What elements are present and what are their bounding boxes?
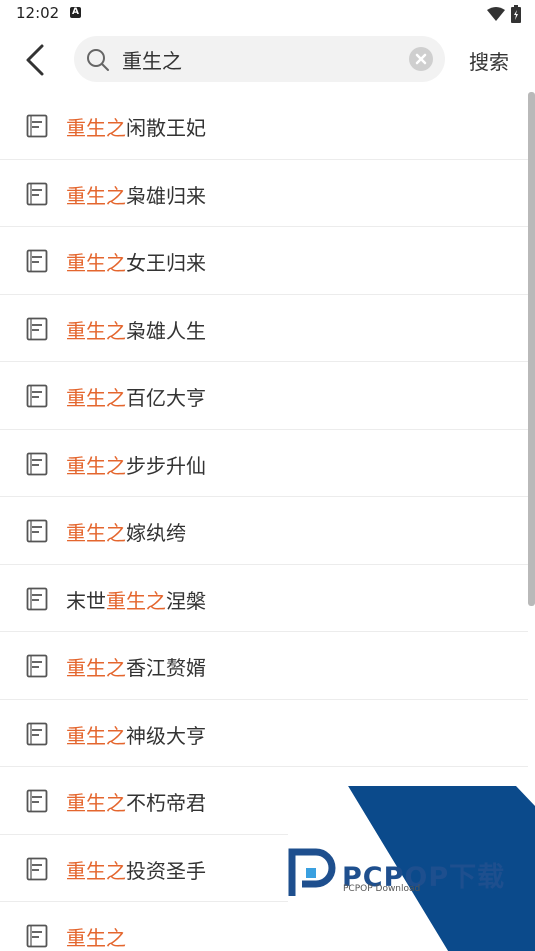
result-highlight: 重生之	[66, 386, 126, 410]
search-header: 搜索	[0, 30, 535, 90]
result-title: 重生之投资圣手	[66, 855, 206, 884]
result-suffix: 涅槃	[166, 588, 206, 613]
result-title: 重生之不朽帝君	[66, 787, 206, 816]
book-icon	[26, 384, 48, 408]
result-suffix: 闲散王妃	[126, 116, 206, 140]
watermark-sub: PCPOP Download	[343, 884, 421, 894]
search-icon	[87, 49, 109, 71]
result-title: 重生之	[66, 922, 126, 951]
back-button[interactable]	[22, 42, 52, 78]
result-highlight: 重生之	[66, 858, 126, 883]
result-row[interactable]: 重生之百亿大亨	[0, 362, 528, 430]
book-icon	[26, 654, 48, 678]
book-icon	[26, 857, 48, 880]
result-suffix: 枭雄归来	[126, 183, 206, 208]
book-icon	[26, 789, 48, 813]
wifi-icon	[487, 7, 505, 21]
result-row[interactable]: 重生之神级大亨	[0, 700, 528, 767]
chevron-left-icon	[26, 44, 44, 76]
result-row[interactable]: 重生之闲散王妃	[0, 92, 528, 160]
clear-button[interactable]	[409, 47, 433, 71]
result-highlight: 重生之	[66, 116, 126, 140]
close-icon	[415, 53, 427, 65]
result-suffix: 香江赘婿	[126, 656, 206, 680]
result-highlight: 重生之	[66, 521, 126, 545]
book-icon	[26, 924, 48, 948]
result-highlight: 重生之	[66, 251, 126, 275]
result-row[interactable]: 重生之女王归来	[0, 227, 528, 295]
result-row[interactable]: 重生之嫁纨绔	[0, 497, 528, 565]
book-icon	[26, 182, 48, 205]
result-row[interactable]: 末世重生之涅槃	[0, 565, 528, 632]
book-icon	[26, 587, 48, 610]
book-icon	[26, 452, 48, 475]
search-button[interactable]: 搜索	[469, 46, 509, 75]
result-highlight: 重生之	[66, 791, 126, 815]
result-title: 重生之枭雄人生	[66, 315, 206, 344]
result-suffix: 百亿大亨	[126, 386, 206, 410]
result-highlight: 重生之	[106, 588, 166, 613]
result-row[interactable]: 重生之枭雄人生	[0, 295, 528, 362]
search-box[interactable]	[74, 36, 445, 82]
result-highlight: 重生之	[66, 926, 126, 950]
result-title: 重生之闲散王妃	[66, 112, 206, 141]
book-icon	[26, 317, 48, 340]
result-title: 重生之枭雄归来	[66, 180, 206, 209]
result-highlight: 重生之	[66, 723, 126, 748]
result-suffix: 神级大亨	[126, 723, 206, 748]
notification-a-icon: A	[70, 7, 81, 18]
result-highlight: 重生之	[66, 318, 126, 343]
scrollbar[interactable]	[528, 92, 535, 606]
result-suffix: 投资圣手	[126, 858, 206, 883]
result-title: 重生之香江赘婿	[66, 652, 206, 681]
book-icon	[26, 114, 48, 138]
result-row[interactable]: 重生之香江赘婿	[0, 632, 528, 700]
search-input[interactable]	[122, 45, 402, 73]
book-icon	[26, 722, 48, 745]
result-highlight: 重生之	[66, 656, 126, 680]
result-suffix: 女王归来	[126, 251, 206, 275]
result-title: 重生之百亿大亨	[66, 382, 206, 411]
book-icon	[26, 249, 48, 273]
result-suffix: 不朽帝君	[126, 791, 206, 815]
pcpop-logo-icon	[288, 848, 336, 896]
status-bar: 12:02 A	[0, 0, 535, 28]
result-title: 重生之步步升仙	[66, 450, 206, 479]
battery-icon	[511, 5, 521, 23]
result-title: 末世重生之涅槃	[66, 585, 206, 614]
status-icons	[487, 5, 521, 23]
result-title: 重生之嫁纨绔	[66, 517, 186, 546]
result-suffix: 枭雄人生	[126, 318, 206, 343]
result-suffix: 嫁纨绔	[126, 521, 186, 545]
result-row[interactable]: 重生之步步升仙	[0, 430, 528, 497]
result-title: 重生之神级大亨	[66, 720, 206, 749]
book-icon	[26, 519, 48, 543]
result-row[interactable]: 重生之枭雄归来	[0, 160, 528, 227]
result-prefix: 末世	[66, 588, 106, 613]
result-highlight: 重生之	[66, 183, 126, 208]
status-time: 12:02	[16, 4, 60, 22]
result-highlight: 重生之	[66, 453, 126, 478]
result-title: 重生之女王归来	[66, 247, 206, 276]
result-suffix: 步步升仙	[126, 453, 206, 478]
